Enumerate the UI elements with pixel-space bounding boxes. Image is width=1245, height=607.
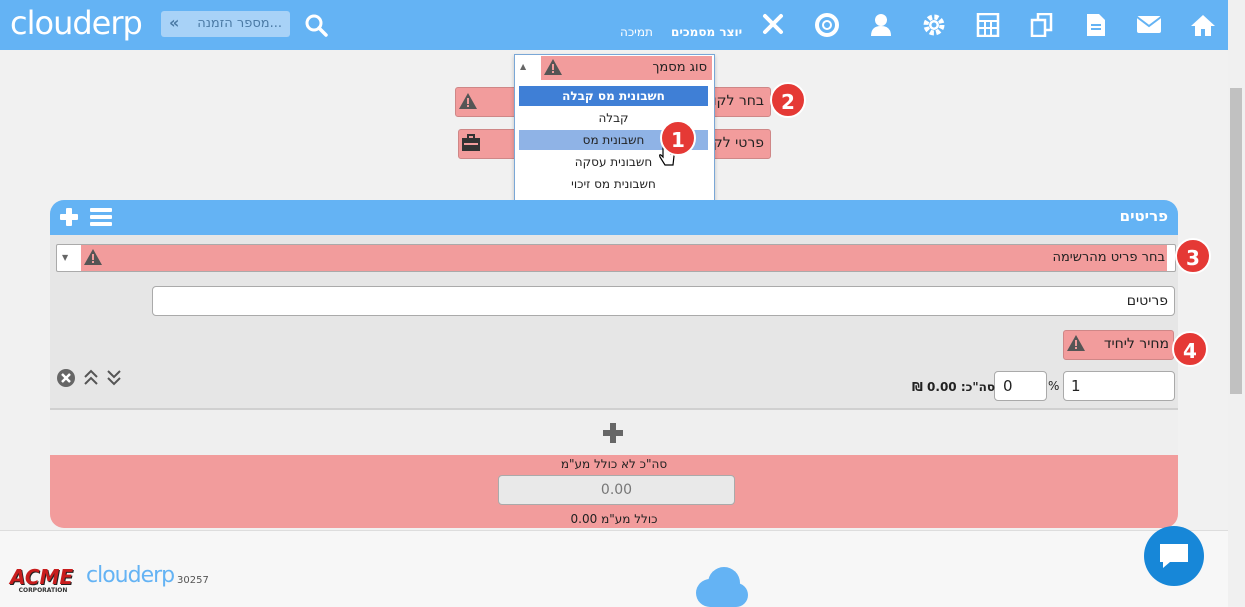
total-incl-vat: 0.00 כולל מע"מ [570, 512, 658, 526]
search-placeholder: מספר הזמנה... [197, 16, 282, 31]
top-bar: clouderp « מספר הזמנה... תמיכה יוצר מסמכ… [0, 0, 1228, 50]
menu-icon[interactable] [90, 208, 112, 226]
warning-icon [1067, 335, 1085, 351]
choose-item-select[interactable]: ▼ בחר פריט מהרשימה [56, 244, 1176, 272]
scrollbar-thumb[interactable] [1230, 88, 1242, 394]
clouderp-logo[interactable]: clouderp [10, 4, 143, 42]
step-badge-2: 2 [770, 82, 806, 118]
items-panel-title: פריטים [1119, 207, 1168, 225]
document-icon[interactable] [1085, 13, 1111, 37]
document-type-field[interactable]: סוג מסמך [541, 56, 712, 80]
support-link[interactable]: תמיכה [620, 25, 653, 39]
unit-price-field[interactable]: מחיר ליחיד [1063, 330, 1174, 360]
mail-icon[interactable] [1136, 13, 1162, 37]
footer: ACME CORPORATION clouderp 30257 [0, 530, 1228, 607]
total-excl-vat-input: 0.00 [498, 475, 735, 505]
items-text-value: פריטים [1126, 293, 1168, 309]
warning-icon [84, 249, 102, 265]
step-badge-4: 4 [1172, 331, 1208, 367]
cloud-icon [696, 567, 748, 607]
add-row-area [50, 408, 1178, 457]
chat-icon [1160, 544, 1188, 568]
account-number: 30257 [177, 575, 209, 586]
percent-sign: % [1048, 379, 1060, 393]
dropdown-option-tax-invoice-receipt[interactable]: חשבונית מס קבלה [519, 86, 708, 106]
remove-row-icon[interactable] [56, 368, 76, 388]
quantity-value: 1 [1071, 377, 1081, 395]
quantity-input[interactable]: 1 [1063, 371, 1175, 401]
discount-input[interactable]: 0 [994, 371, 1047, 401]
items-panel-header: פריטים [50, 200, 1178, 235]
choose-item-label: בחר פריט מהרשימה [1052, 250, 1165, 265]
clouderp-footer-logo: clouderp [86, 563, 175, 588]
dropdown-option-credit-invoice[interactable]: חשבונית מס זיכוי [519, 174, 708, 194]
lifebuoy-icon[interactable] [814, 13, 840, 37]
total-excl-vat-label: סה"כ לא כולל מע"מ [560, 457, 668, 471]
move-up-icon[interactable] [83, 369, 99, 387]
copy-icon[interactable] [1030, 13, 1056, 37]
address-card-icon [462, 134, 480, 151]
acme-logo-text: ACME [10, 565, 74, 589]
choose-item-field[interactable]: בחר פריט מהרשימה [81, 245, 1167, 271]
document-type-select[interactable]: ▲ סוג מסמך [515, 55, 714, 81]
total-excl-vat-value: 0.00 [600, 482, 633, 498]
discount-value: 0 [1003, 377, 1013, 395]
order-search-input[interactable]: « מספר הזמנה... [161, 11, 290, 37]
user-icon[interactable] [869, 13, 895, 37]
move-down-icon[interactable] [106, 368, 122, 386]
items-text-input[interactable]: פריטים [152, 286, 1175, 316]
step-badge-3: 3 [1175, 238, 1211, 274]
gear-icon[interactable] [922, 13, 948, 37]
acme-logo-sub: CORPORATION [18, 587, 68, 594]
search-icon[interactable] [304, 13, 330, 37]
unit-price-label: מחיר ליחיד [1103, 336, 1169, 352]
step-badge-1: 1 [660, 120, 696, 156]
plus-icon[interactable] [59, 207, 79, 227]
calculator-icon[interactable] [976, 13, 1002, 37]
chat-button[interactable] [1144, 526, 1204, 586]
items-panel: פריטים ▼ בחר פריט מהרשימה פריטים מחיר לי… [50, 200, 1178, 528]
warning-icon [459, 93, 477, 109]
line-total: סה"כ: 0.00 ₪ [912, 380, 996, 394]
caret-down-icon[interactable]: ▼ [62, 253, 68, 262]
acme-logo: ACME CORPORATION [10, 567, 76, 594]
caret-up-icon[interactable]: ▲ [520, 62, 526, 71]
add-row-plus-icon[interactable] [603, 423, 623, 443]
double-chevron-left-icon[interactable]: « [169, 13, 179, 32]
warning-icon [544, 59, 562, 75]
close-icon[interactable] [762, 13, 788, 37]
home-icon[interactable] [1190, 13, 1216, 37]
document-creator-link[interactable]: יוצר מסמכים [671, 25, 742, 39]
document-type-label: סוג מסמך [652, 60, 707, 75]
totals-section: סה"כ לא כולל מע"מ 0.00 0.00 כולל מע"מ [50, 455, 1178, 528]
